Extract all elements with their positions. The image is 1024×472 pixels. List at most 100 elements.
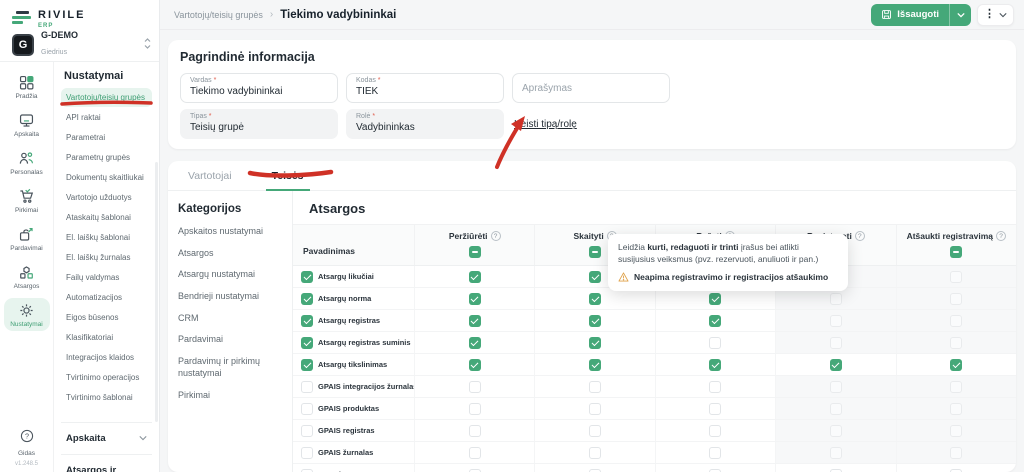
more-actions-button[interactable]: ⋮ (977, 4, 1014, 26)
permission-checkbox[interactable] (950, 359, 962, 371)
settings-menu-groups: ApskaitaAtsargos ir logistika (61, 422, 152, 472)
category-item[interactable]: Bendrieji nustatymai (178, 291, 282, 303)
rivile-logo[interactable]: RIVILE ERP (0, 0, 159, 28)
permission-checkbox[interactable] (469, 447, 481, 459)
permission-checkbox[interactable] (469, 271, 481, 283)
rail-item-apskaita[interactable]: Apskaita (4, 108, 50, 141)
description-field[interactable]: Aprašymas (512, 73, 670, 103)
permission-checkbox[interactable] (830, 469, 842, 472)
category-item[interactable]: Pirkimai (178, 390, 282, 402)
menu-scrollbar[interactable] (155, 162, 158, 422)
column-select-all-checkbox[interactable] (469, 246, 481, 258)
sidebar-item[interactable]: API raktai (61, 108, 152, 127)
info-icon[interactable]: ? (491, 231, 501, 241)
name-field[interactable]: Vardas Tiekimo vadybininkai (180, 73, 338, 103)
permission-checkbox[interactable] (709, 315, 721, 327)
permission-checkbox[interactable] (589, 359, 601, 371)
permission-checkbox[interactable] (469, 293, 481, 305)
rail-item-nustatymai[interactable]: Nustatymai (4, 298, 50, 331)
permission-checkbox (950, 403, 962, 415)
permission-checkbox[interactable] (469, 381, 481, 393)
permission-checkbox[interactable] (709, 381, 721, 393)
row-select-checkbox[interactable] (301, 293, 313, 305)
row-select-checkbox[interactable] (301, 447, 313, 459)
permission-checkbox[interactable] (589, 337, 601, 349)
category-item[interactable]: Apskaitos nustatymai (178, 226, 282, 238)
category-item[interactable]: Pardavimų ir pirkimų nustatymai (178, 356, 282, 379)
sidebar-item[interactable]: Automatizacijos (61, 288, 152, 307)
category-item[interactable]: Atsargų nustatymai (178, 269, 282, 281)
permission-checkbox[interactable] (589, 293, 601, 305)
permission-checkbox[interactable] (709, 337, 721, 349)
category-item[interactable]: Pardavimai (178, 334, 282, 346)
rail-item-atsargos[interactable]: Atsargos (4, 260, 50, 293)
permission-checkbox[interactable] (830, 359, 842, 371)
row-name-label: Atsargų tikslinimas (318, 360, 387, 369)
sidebar-item[interactable]: Tvirtinimo operacijos (61, 368, 152, 387)
permission-checkbox[interactable] (469, 337, 481, 349)
permission-checkbox[interactable] (469, 315, 481, 327)
row-select-checkbox[interactable] (301, 381, 313, 393)
rail-item-personalas[interactable]: Personalas (4, 146, 50, 179)
sidebar-item[interactable]: Parametrų grupės (61, 148, 152, 167)
breadcrumb-item[interactable]: Vartotojų/teisių grupės (174, 10, 263, 20)
rail-item-pirkimai[interactable]: Pirkimai (4, 184, 50, 217)
row-name-label: Atsargų registras (318, 316, 380, 325)
sidebar-item[interactable]: Tvirtinimo šablonai (61, 388, 152, 407)
permission-checkbox[interactable] (589, 447, 601, 459)
row-select-checkbox[interactable] (301, 315, 313, 327)
permission-checkbox[interactable] (709, 403, 721, 415)
help-button[interactable]: ? (19, 428, 35, 449)
sidebar-item[interactable]: El. laiškų žurnalas (61, 248, 152, 267)
sidebar-item[interactable]: Integracijos klaidos (61, 348, 152, 367)
sidebar-item[interactable]: Klasifikatoriai (61, 328, 152, 347)
rail-item-pradžia[interactable]: Pradžia (4, 70, 50, 103)
workspace-switcher[interactable]: G G-DEMO Giedrius (0, 28, 159, 62)
row-select-checkbox[interactable] (301, 271, 313, 283)
sidebar-item[interactable]: Failų valdymas (61, 268, 152, 287)
permission-checkbox[interactable] (469, 425, 481, 437)
code-field[interactable]: Kodas TIEK (346, 73, 504, 103)
permission-checkbox[interactable] (589, 469, 601, 472)
permission-checkbox[interactable] (709, 359, 721, 371)
permission-checkbox[interactable] (589, 381, 601, 393)
rail-item-pardavimai[interactable]: Pardavimai (4, 222, 50, 255)
permission-checkbox[interactable] (589, 315, 601, 327)
category-item[interactable]: Atsargos (178, 248, 282, 260)
sidebar-item[interactable]: Ataskaitų šablonai (61, 208, 152, 227)
column-select-all-checkbox[interactable] (950, 246, 962, 258)
row-select-checkbox[interactable] (301, 359, 313, 371)
sidebar-item[interactable]: Dokumentų skaitliukai (61, 168, 152, 187)
change-type-role-link[interactable]: Keisti tipą/rolę (512, 119, 670, 130)
permission-checkbox[interactable] (589, 403, 601, 415)
permission-checkbox[interactable] (469, 359, 481, 371)
save-button[interactable]: Išsaugoti (871, 9, 949, 20)
permission-checkbox[interactable] (709, 469, 721, 472)
permission-checkbox[interactable] (469, 469, 481, 472)
row-select-checkbox[interactable] (301, 337, 313, 349)
permission-checkbox[interactable] (709, 425, 721, 437)
tab-vartotojai[interactable]: Vartotojai (168, 161, 252, 190)
sidebar-item[interactable]: Parametrai (61, 128, 152, 147)
sidebar-group[interactable]: Atsargos ir logistika (61, 454, 152, 472)
permission-checkbox[interactable] (950, 469, 962, 472)
save-dropdown-button[interactable] (949, 4, 971, 26)
sidebar-group[interactable]: Apskaita (61, 422, 152, 454)
row-select-checkbox[interactable] (301, 469, 313, 472)
info-icon[interactable]: ? (996, 231, 1006, 241)
tab-teisės[interactable]: Teisės (252, 161, 324, 190)
permission-checkbox[interactable] (589, 271, 601, 283)
permission-checkbox[interactable] (709, 293, 721, 305)
permission-checkbox[interactable] (589, 425, 601, 437)
sidebar-item[interactable]: Eigos būsenos (61, 308, 152, 327)
permission-checkbox[interactable] (469, 403, 481, 415)
row-select-checkbox[interactable] (301, 425, 313, 437)
permission-checkbox[interactable] (709, 447, 721, 459)
info-icon[interactable]: ? (855, 231, 865, 241)
sidebar-item[interactable]: Vartotojų/teisių grupės (61, 88, 152, 107)
row-select-checkbox[interactable] (301, 403, 313, 415)
sidebar-item[interactable]: El. laiškų šablonai (61, 228, 152, 247)
column-select-all-checkbox[interactable] (589, 246, 601, 258)
category-item[interactable]: CRM (178, 313, 282, 325)
sidebar-item[interactable]: Vartotojo užduotys (61, 188, 152, 207)
